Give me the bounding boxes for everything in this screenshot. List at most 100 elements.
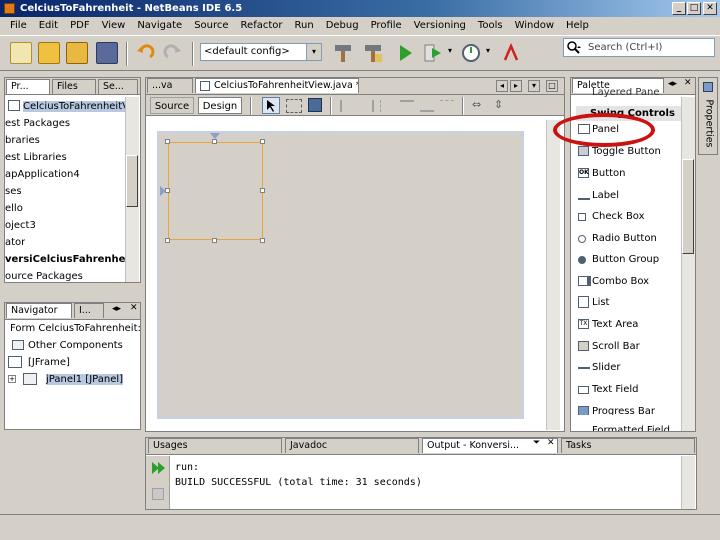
tree-item[interactable]: est Packages bbox=[5, 115, 70, 132]
source-tab[interactable]: Source bbox=[150, 97, 194, 114]
tab-list-icon[interactable]: ▾ bbox=[528, 80, 540, 92]
tab-files[interactable]: Files bbox=[52, 79, 96, 94]
tab-projects[interactable]: Pr... bbox=[6, 79, 50, 94]
resize-handle[interactable] bbox=[260, 188, 265, 193]
palette-item-label[interactable]: Label bbox=[576, 185, 682, 206]
pdf-icon[interactable] bbox=[500, 42, 522, 64]
align-left-icon[interactable] bbox=[340, 100, 354, 112]
chevron-down-icon[interactable]: ▾ bbox=[306, 44, 321, 60]
center-horizontally-icon[interactable] bbox=[380, 100, 394, 112]
maximize-button[interactable]: □ bbox=[687, 2, 701, 15]
save-all-icon[interactable] bbox=[96, 42, 118, 64]
palette-item-combo-box[interactable]: Combo Box bbox=[576, 271, 682, 292]
run-icon[interactable] bbox=[394, 42, 416, 64]
projects-scrollbar[interactable] bbox=[125, 97, 139, 282]
palette-item-check-box[interactable]: Check Box bbox=[576, 206, 682, 227]
properties-sidetab[interactable]: Properties bbox=[698, 77, 718, 155]
resize-handle[interactable] bbox=[165, 238, 170, 243]
chevron-down-icon[interactable]: ▾ bbox=[448, 46, 452, 55]
resize-handle[interactable] bbox=[260, 238, 265, 243]
tab-java-file[interactable]: ...va bbox=[147, 78, 193, 93]
resize-handle[interactable] bbox=[260, 139, 265, 144]
resize-handle[interactable] bbox=[165, 139, 170, 144]
scroll-thumb[interactable] bbox=[682, 159, 694, 254]
palette-item-radio-button[interactable]: Radio Button bbox=[576, 228, 682, 249]
profile-icon[interactable] bbox=[460, 42, 482, 64]
config-select[interactable]: <default config> bbox=[200, 43, 322, 61]
palette-item-formatted-field[interactable]: Formatted Field bbox=[592, 422, 680, 431]
palette-scrollbar[interactable] bbox=[681, 97, 695, 431]
tree-item[interactable]: CelciusToFahrenheitVi bbox=[8, 98, 125, 115]
palette-item-scroll-bar[interactable]: Scroll Bar bbox=[576, 336, 682, 357]
scroll-tabs-right-icon[interactable]: ▸ bbox=[510, 80, 522, 92]
menu-file[interactable]: File bbox=[4, 17, 33, 35]
tab-inspector[interactable]: I... bbox=[74, 303, 104, 318]
output-scrollbar[interactable] bbox=[681, 456, 695, 509]
close-icon[interactable]: ✕ bbox=[547, 438, 555, 448]
tree-item-main-project[interactable]: versiCelciusFahrenheit bbox=[5, 251, 125, 268]
tree-item[interactable]: ello bbox=[5, 200, 23, 217]
palette-item-progress-bar[interactable]: Progress Bar bbox=[576, 401, 682, 415]
menu-profile[interactable]: Profile bbox=[365, 17, 408, 35]
tree-item[interactable]: apApplication4 bbox=[5, 166, 80, 183]
new-file-icon[interactable] bbox=[10, 42, 32, 64]
palette-item-button-group[interactable]: Button Group bbox=[576, 249, 682, 270]
maximize-editor-icon[interactable]: □ bbox=[546, 80, 558, 92]
debug-icon[interactable] bbox=[422, 42, 444, 64]
close-icon[interactable]: ✕ bbox=[684, 78, 692, 88]
design-tab[interactable]: Design bbox=[198, 97, 242, 114]
palette-item-list[interactable]: List bbox=[576, 292, 682, 313]
new-project-icon[interactable] bbox=[38, 42, 60, 64]
tab-services[interactable]: Se... bbox=[98, 79, 138, 94]
scroll-tabs-left-icon[interactable]: ◂ bbox=[496, 80, 508, 92]
align-right-icon[interactable] bbox=[360, 100, 374, 112]
stop-icon[interactable] bbox=[152, 488, 164, 500]
horizontal-resize-icon[interactable]: ⇔ bbox=[472, 98, 481, 111]
search-input[interactable]: Search (Ctrl+I) bbox=[563, 38, 715, 57]
tab-celcius-view[interactable]: CelciusToFahrenheitView.java * bbox=[195, 78, 359, 93]
clean-build-icon[interactable] bbox=[362, 42, 384, 64]
tree-item[interactable]: est Libraries bbox=[5, 149, 67, 166]
tree-item[interactable]: ator bbox=[5, 234, 25, 251]
tree-item[interactable]: ses bbox=[5, 183, 22, 200]
palette-item-layered-pane[interactable]: Layered Pane bbox=[592, 88, 692, 98]
tab-javadoc[interactable]: Javadoc bbox=[285, 438, 419, 453]
vertical-resize-icon[interactable]: ⇕ bbox=[494, 98, 503, 111]
rerun-icon[interactable] bbox=[150, 460, 166, 479]
menu-navigate[interactable]: Navigate bbox=[131, 17, 188, 35]
menu-window[interactable]: Window bbox=[509, 17, 560, 35]
tab-usages[interactable]: Usages bbox=[148, 438, 282, 453]
palette-item-slider[interactable]: Slider bbox=[576, 357, 682, 378]
align-bottom-icon[interactable] bbox=[420, 100, 434, 112]
selection-mode-icon[interactable] bbox=[262, 97, 280, 114]
chevron-down-icon[interactable]: ▾ bbox=[486, 46, 490, 55]
undo-icon[interactable] bbox=[134, 42, 156, 64]
minimize-button[interactable]: _ bbox=[672, 2, 686, 15]
close-icon[interactable]: ✕ bbox=[130, 303, 138, 313]
navigator-jpanel1[interactable]: + jPanel1 [JPanel] bbox=[8, 371, 138, 388]
scroll-thumb[interactable] bbox=[126, 155, 138, 207]
menu-pdf[interactable]: PDF bbox=[64, 17, 95, 35]
panel-menu-icon[interactable]: ⏷ bbox=[533, 438, 540, 448]
align-top-icon[interactable] bbox=[400, 100, 414, 112]
expand-icon[interactable]: + bbox=[8, 375, 16, 383]
connection-mode-icon[interactable] bbox=[286, 99, 302, 113]
palette-item-button[interactable]: OK Button bbox=[576, 163, 682, 184]
palette-item-text-field[interactable]: Text Field bbox=[576, 379, 682, 400]
navigator-form-root[interactable]: Form CelciusToFahrenheit:View bbox=[10, 320, 140, 337]
menu-source[interactable]: Source bbox=[188, 17, 234, 35]
tree-item[interactable]: ource Packages bbox=[5, 268, 83, 282]
close-button[interactable]: ✕ bbox=[703, 2, 717, 15]
menu-edit[interactable]: Edit bbox=[33, 17, 64, 35]
preview-design-icon[interactable] bbox=[308, 98, 322, 112]
menu-tools[interactable]: Tools bbox=[472, 17, 509, 35]
tree-item[interactable]: braries bbox=[5, 132, 40, 149]
open-project-icon[interactable] bbox=[66, 42, 88, 64]
menu-run[interactable]: Run bbox=[289, 17, 320, 35]
resize-handle[interactable] bbox=[212, 238, 217, 243]
menu-versioning[interactable]: Versioning bbox=[408, 17, 472, 35]
palette-item-text-area[interactable]: TX Text Area bbox=[576, 314, 682, 335]
menu-debug[interactable]: Debug bbox=[320, 17, 365, 35]
editor-scrollbar[interactable] bbox=[546, 120, 560, 430]
redo-icon[interactable] bbox=[162, 42, 184, 64]
